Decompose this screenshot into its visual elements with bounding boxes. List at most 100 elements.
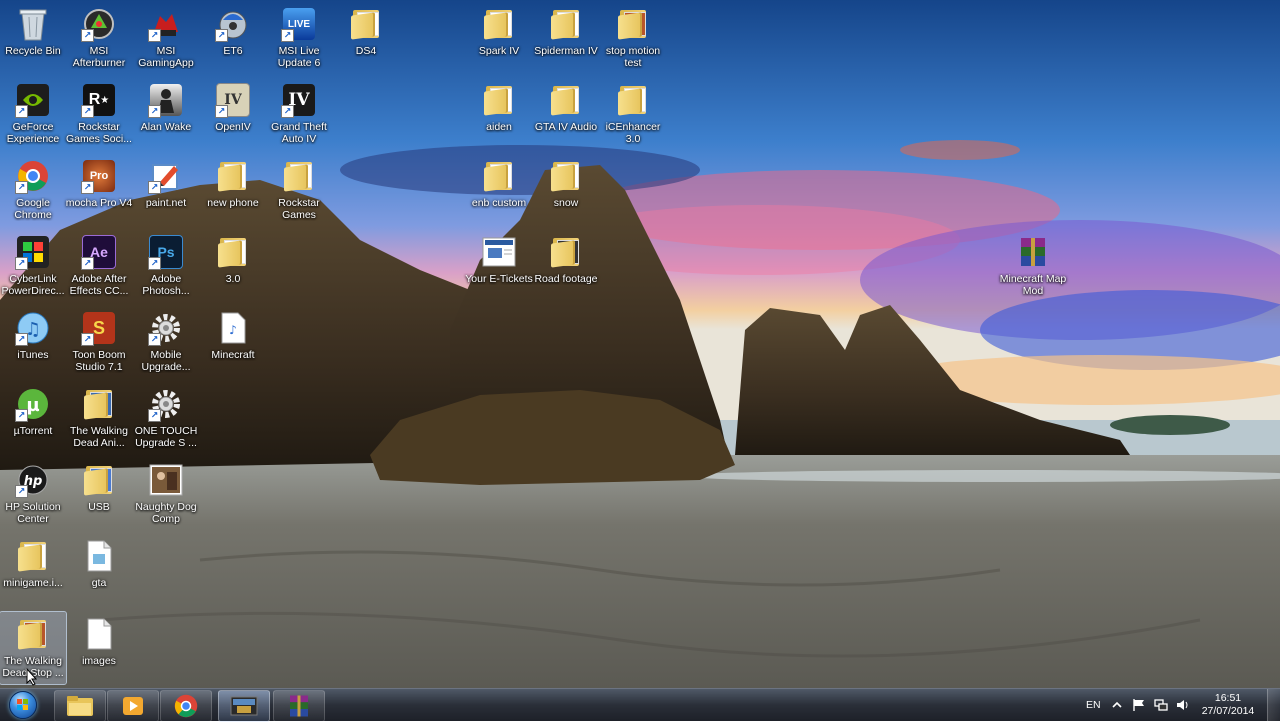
desktop-icon-e-tickets[interactable]: Your E-Tickets — [465, 230, 533, 302]
folder-icon — [67, 696, 93, 716]
mp3-icon: ♪ — [215, 310, 251, 346]
hp-icon: hp ↗ — [15, 462, 51, 498]
desktop-icon-label: MSI Afterburner — [72, 45, 126, 69]
show-desktop-button[interactable] — [1267, 689, 1280, 721]
taskbar-pin-google-chrome[interactable] — [160, 690, 212, 722]
desktop-icon-ds4[interactable]: DS4 — [333, 2, 399, 74]
desktop-icon-toon-boom[interactable]: S ↗ Toon Boom Studio 7.1 — [66, 306, 132, 378]
desktop-icon-naughty-dog[interactable]: Naughty Dog Comp — [133, 458, 199, 530]
desktop-icon-geforce[interactable]: ↗ GeForce Experience — [0, 78, 66, 150]
network-icon — [1154, 699, 1168, 711]
desktop-icon-label: OpenIV — [215, 121, 251, 133]
desktop-icon-label: Rockstar Games — [278, 197, 320, 221]
desktop-icon-gta-iv[interactable]: IV ↗ Grand Theft Auto IV — [266, 78, 332, 150]
taskbar-pin-video-app[interactable] — [218, 690, 270, 722]
network-icon-button[interactable] — [1154, 689, 1168, 721]
photoshop-icon: Ps ↗ — [148, 234, 184, 270]
taskbar-pin-windows-explorer[interactable] — [54, 690, 106, 722]
language-indicator[interactable]: EN — [1086, 689, 1101, 721]
desktop-icon-label: Mobile Upgrade... — [141, 349, 191, 373]
action-center-icon-button[interactable] — [1132, 689, 1146, 721]
desktop-icon-et6[interactable]: ↗ ET6 — [200, 2, 266, 74]
desktop-icon-label: 3.0 — [225, 273, 241, 285]
desktop-icon-msi-gamingapp[interactable]: ↗ MSI GamingApp — [133, 2, 199, 74]
folder-icon — [548, 82, 584, 118]
desktop-icon-minecraft-map-mod[interactable]: Minecraft Map Mod — [1000, 230, 1066, 302]
desktop-icon-label: Minecraft — [211, 349, 255, 361]
desktop-icon-utorrent[interactable]: µ ↗ µTorrent — [0, 382, 66, 454]
desktop-icon-itunes[interactable]: ♫ ↗ iTunes — [0, 306, 66, 378]
document-icon — [481, 234, 517, 270]
desktop-icon-msi-live-update[interactable]: LIVE ↗ MSI Live Update 6 — [266, 2, 332, 74]
language-label: EN — [1086, 699, 1101, 711]
desktop-icon-paint-net[interactable]: ↗ paint.net — [133, 154, 199, 226]
desktop-icon-label: Alan Wake — [140, 121, 192, 133]
folder-icon — [481, 6, 517, 42]
desktop-icon-recycle-bin[interactable]: Recycle Bin — [0, 2, 66, 74]
desktop-icon-chrome[interactable]: ↗ Google Chrome — [0, 154, 66, 226]
folder-icon — [15, 616, 51, 652]
folder-icon — [548, 158, 584, 194]
desktop-icon-label: Rockstar Games Soci... — [66, 121, 132, 145]
taskbar-clock[interactable]: 16:51 27/07/2014 — [1198, 692, 1258, 718]
desktop-icon-minecraft[interactable]: ♪ Minecraft — [200, 306, 266, 378]
desktop-icon-aiden[interactable]: aiden — [466, 78, 532, 150]
desktop-icon-usb[interactable]: USB — [66, 458, 132, 530]
desktop-icon-snow[interactable]: snow — [533, 154, 599, 226]
desktop-icon-new-phone[interactable]: new phone — [200, 154, 266, 226]
desktop-icon-cyberlink[interactable]: ↗ CyberLink PowerDirec... — [0, 230, 66, 302]
desktop-icon-label: new phone — [207, 197, 259, 209]
image-icon — [148, 462, 184, 498]
desktop-icon-road-footage[interactable]: Road footage — [533, 230, 599, 302]
desktop-icon-images[interactable]: images — [66, 612, 132, 684]
desktop-icon-label: enb custom — [471, 197, 527, 209]
desktop-icon-mobile-upgrade[interactable]: ↗ Mobile Upgrade... — [133, 306, 199, 378]
desktop-icon-label: stop motion test — [605, 45, 661, 69]
taskbar-pin-media-player[interactable] — [107, 690, 159, 722]
geforce-icon: ↗ — [15, 82, 51, 118]
gta-iv-icon: IV ↗ — [281, 82, 317, 118]
volume-icon-button[interactable] — [1176, 689, 1190, 721]
desktop-icon-walking-dead-ani[interactable]: The Walking Dead Ani... — [66, 382, 132, 454]
desktop-icon-msi-afterburner[interactable]: ↗ MSI Afterburner — [66, 2, 132, 74]
desktop-icon-rockstar-games[interactable]: Rockstar Games — [266, 154, 332, 226]
desktop-icon-gta-iv-audio[interactable]: GTA IV Audio — [533, 78, 599, 150]
media-player-icon — [123, 697, 143, 715]
desktop-icon-3-0[interactable]: 3.0 — [200, 230, 266, 302]
desktop-icon-hp-solution-center[interactable]: hp ↗ HP Solution Center — [0, 458, 66, 530]
svg-text:♪: ♪ — [229, 323, 237, 337]
show-hidden-icons-button[interactable] — [1112, 689, 1122, 721]
folder-icon — [215, 158, 251, 194]
desktop-icon-rockstar-social[interactable]: R ★ ↗ Rockstar Games Soci... — [66, 78, 132, 150]
file-icon — [81, 616, 117, 652]
desktop-icon-stop-motion-test[interactable]: stop motion test — [600, 2, 666, 74]
desktop-icon-label: µTorrent — [13, 425, 53, 437]
desktop-icon-after-effects[interactable]: Ae ↗ Adobe After Effects CC... — [66, 230, 132, 302]
desktop-icon-label: Spark IV — [478, 45, 520, 57]
clock-time: 16:51 — [1214, 692, 1242, 704]
desktop-icon-label: minigame.i... — [3, 577, 63, 589]
taskbar-pin-winrar[interactable] — [273, 690, 325, 722]
desktop-icon-openiv[interactable]: IV ↗ OpenIV — [200, 78, 266, 150]
desktop-icon-icenhancer[interactable]: iCEnhancer 3.0 — [600, 78, 666, 150]
desktop-icon-label: Adobe Photosh... — [142, 273, 190, 297]
et6-icon: ↗ — [215, 6, 251, 42]
desktop-icon-label: MSI Live Update 6 — [277, 45, 321, 69]
start-button[interactable] — [4, 690, 42, 720]
msi-live-update-icon: LIVE ↗ — [281, 6, 317, 42]
desktop-icon-gta-file[interactable]: gta — [66, 534, 132, 606]
desktop-icon-label: Spiderman IV — [534, 45, 598, 57]
desktop-icon-minigame[interactable]: minigame.i... — [0, 534, 66, 606]
desktop-icon-alan-wake[interactable]: ↗ Alan Wake — [133, 78, 199, 150]
desktop-icon-label: Naughty Dog Comp — [135, 501, 197, 525]
chrome-icon: ↗ — [15, 158, 51, 194]
desktop-icon-spiderman-iv[interactable]: Spiderman IV — [533, 2, 599, 74]
msi-afterburner-icon: ↗ — [81, 6, 117, 42]
desktop-icon-photoshop[interactable]: Ps ↗ Adobe Photosh... — [133, 230, 199, 302]
desktop-icon-label: ONE TOUCH Upgrade S ... — [134, 425, 198, 449]
openiv-icon: IV ↗ — [215, 82, 251, 118]
desktop-icon-mocha-pro[interactable]: Pro ↗ mocha Pro V4 — [66, 154, 132, 226]
desktop-icon-enb-custom[interactable]: enb custom — [466, 154, 532, 226]
desktop-icon-spark-iv[interactable]: Spark IV — [466, 2, 532, 74]
desktop-icon-one-touch-upgrade[interactable]: ↗ ONE TOUCH Upgrade S ... — [133, 382, 199, 454]
